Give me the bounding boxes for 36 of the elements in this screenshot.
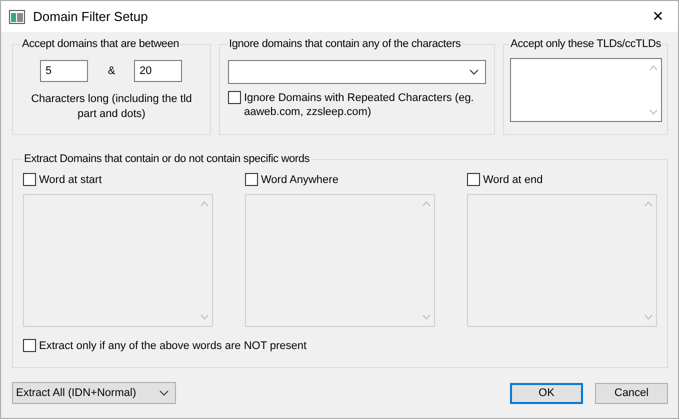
scroll-down-icon [422,314,430,320]
scroll-down-icon [200,314,208,320]
checkbox[interactable] [23,173,36,186]
checkbox-label: Ignore Domains with Repeated Characters (eg. aaweb.com, zzsleep.com) [244,91,475,119]
min-length-field[interactable]: 5 [40,60,88,82]
scroll-down-icon [644,314,652,320]
checkbox-label: Word at end [483,173,543,187]
window-icon [9,10,25,24]
cancel-button[interactable]: Cancel [595,382,668,404]
scroll-up-icon [644,201,652,207]
scroll-down-icon [648,109,658,115]
length-note: Characters long (including the tld part and dots) [30,92,193,122]
close-button[interactable]: ✕ [638,1,678,32]
scroll-up-icon [648,65,658,71]
chevron-down-icon [469,69,480,75]
scroll-up-icon [200,201,208,207]
tld-text-area[interactable] [510,58,662,122]
checkbox-label: Word at start [39,173,102,187]
ok-button[interactable]: OK [510,382,583,404]
checkbox-label: Extract only if any of the above words are NOT present [39,339,307,353]
group-title: Extract Domains that contain or do not contain specific words [23,153,311,165]
group-title: Ignore domains that contain any of the characters [228,38,462,50]
checkbox[interactable] [467,173,480,186]
separator-label: & [106,65,116,77]
checkbox-label: Word Anywhere [261,173,338,187]
checkbox[interactable] [23,339,36,352]
characters-dropdown[interactable] [228,60,486,84]
window-title: Domain Filter Setup [33,9,149,24]
max-length-field[interactable]: 20 [134,60,182,82]
mode-dropdown[interactable]: Extract All (IDN+Normal) [12,382,176,404]
group-title: Accept domains that are between [21,38,180,50]
chevron-down-icon [159,390,169,396]
scroll-up-icon [422,201,430,207]
checkbox[interactable] [245,173,258,186]
group-title: Accept only these TLDs/ccTLDs [509,38,662,50]
checkbox[interactable] [228,91,241,104]
